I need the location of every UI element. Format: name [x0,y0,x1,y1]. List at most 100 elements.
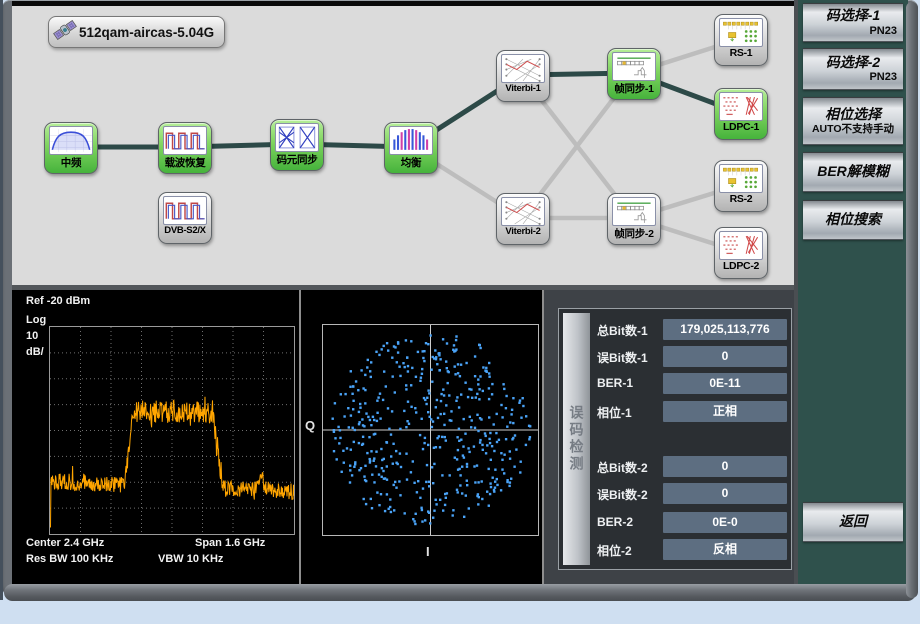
constellation-point [448,394,450,396]
constellation-point [354,463,356,465]
sidebar-button-1[interactable]: 码选择-1PN23 [803,3,903,42]
constellation-point [392,463,394,465]
frame-sync-icon [612,52,656,81]
constellation-point [510,478,512,480]
constellation-point [490,486,492,488]
block-mayuan[interactable]: 码元同步 [270,119,324,171]
constellation-point [364,374,366,376]
constellation-point [456,489,458,491]
constellation-point [423,442,425,444]
constellation-point [492,477,494,479]
constellation-point [419,434,421,436]
constellation-point [477,481,479,483]
constellation-point [360,369,362,371]
block-junheng[interactable]: 均衡 [384,122,438,174]
constellation-point [511,409,513,411]
constellation-point [443,394,445,396]
constellation-point [424,437,426,439]
constellation-point [397,341,399,343]
block-zhen1[interactable]: 帧同步-1 [607,48,661,100]
constellation-point [370,361,372,363]
block-ldpc1[interactable]: LDPC-1 [714,88,768,140]
constellation-point [415,376,417,378]
block-rs2[interactable]: RS-2 [714,160,768,212]
constellation-point [436,399,438,401]
constellation-point [422,357,424,359]
block-ldpc2[interactable]: LDPC-2 [714,227,768,279]
constellation-point [365,503,367,505]
constellation-point [512,397,514,399]
constellation-point [334,402,336,404]
spectrum-scale-log: Log [26,314,46,326]
constellation-point [433,447,435,449]
block-rs1[interactable]: RS-1 [714,14,768,66]
constellation-point [529,436,531,438]
constellation-point [476,414,478,416]
constellation-point [376,491,378,493]
constellation-point [477,493,479,495]
constellation-point [452,514,454,516]
block-dvb[interactable]: DVB-S2/X [158,192,212,244]
signal-source-button[interactable]: 512qam-aircas-5.04G [48,16,225,48]
constellation-point [478,344,480,346]
constellation-point [425,481,427,483]
constellation-point [439,369,441,371]
trellis-icon [501,54,545,83]
constellation-point [445,360,447,362]
constellation-point [445,497,447,499]
ber-row-value: 正相 [663,401,787,422]
constellation-point [394,391,396,393]
constellation-point [485,435,487,437]
sidebar-button-3[interactable]: 相位选择AUTO不支持手动 [803,97,903,145]
constellation-point [461,466,463,468]
constellation-point [452,509,454,511]
ber-row-label: 总Bit数-2 [597,459,648,476]
constellation-point [508,485,510,487]
constellation-point [334,437,336,439]
block-viterbi1[interactable]: Viterbi-1 [496,50,550,102]
constellation-point [450,410,452,412]
constellation-point [419,497,421,499]
block-viterbi2[interactable]: Viterbi-2 [496,193,550,245]
constellation-point [369,419,371,421]
block-zaibo[interactable]: 载波恢复 [158,122,212,174]
constellation-point [431,381,433,383]
constellation-point [348,426,350,428]
constellation-point [428,512,430,514]
constellation-point [446,342,448,344]
constellation-point [349,465,351,467]
ber-row-label: 相位-1 [597,404,632,421]
constellation-point [481,498,483,500]
block-label: LDPC-2 [715,260,767,272]
constellation-point [466,463,468,465]
constellation-point [413,482,415,484]
sidebar-button-5[interactable]: 相位搜索 [803,200,903,240]
sidebar-button-4[interactable]: BER解模糊 [803,152,903,192]
block-zhongpin[interactable]: 中频 [44,122,98,174]
block-zhen2[interactable]: 帧同步-2 [607,193,661,245]
constellation-point [398,366,400,368]
constellation-point [342,450,344,452]
constellation-point [426,397,428,399]
sidebar-button-2[interactable]: 码选择-2PN23 [803,48,903,90]
constellation-point [489,482,491,484]
constellation-point [422,487,424,489]
back-button[interactable]: 返回 [803,502,903,542]
constellation-point [375,351,377,353]
constellation-point [381,467,383,469]
constellation-point [355,380,357,382]
constellation-point [474,481,476,483]
constellation-point [420,377,422,379]
constellation-point [419,380,421,382]
constellation-point [386,441,388,443]
ber-area: 误码检测 总Bit数-1179,025,113,776误Bit数-10BER-1… [544,290,795,584]
block-label: DVB-S2/X [159,225,211,236]
constellation-point [431,466,433,468]
constellation-point [351,474,353,476]
constellation-point [373,460,375,462]
constellation-point [405,384,407,386]
constellation-point [478,388,480,390]
constellation-point [491,383,493,385]
ldpc-matrix-icon [719,231,763,260]
constellation-point [390,433,392,435]
